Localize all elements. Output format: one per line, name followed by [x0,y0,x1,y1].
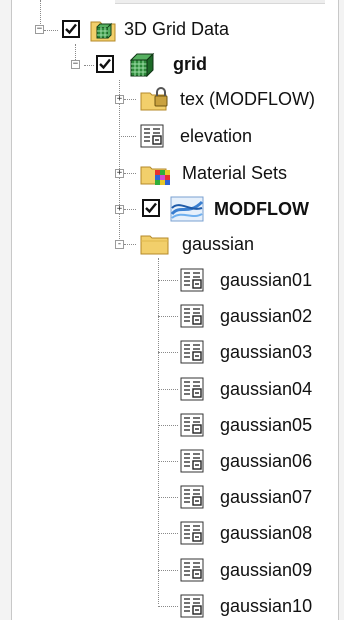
check-mark-icon [65,23,77,35]
tree-line [158,533,178,534]
node-label: 3D Grid Data [124,19,230,39]
tree-line [158,570,178,571]
collapse-toggle[interactable]: − [35,25,44,34]
grid-data-folder-icon [90,17,118,43]
expand-toggle[interactable]: + [115,169,124,178]
dataset-icon [180,268,204,292]
tree-node-gaussian-dataset[interactable]: gaussian03 [0,335,338,369]
visibility-checkbox[interactable] [96,55,114,73]
tree-node-gaussian-dataset[interactable]: gaussian08 [0,516,338,550]
node-label: gaussian07 [220,487,313,507]
material-sets-folder-icon [140,160,174,186]
tree-node-gaussian-dataset[interactable]: gaussian09 [0,553,338,587]
visibility-checkbox[interactable] [62,20,80,38]
tree-line [158,425,178,426]
dataset-icon [140,124,164,148]
node-label: gaussian [182,234,255,254]
node-label: tex (MODFLOW) [180,89,315,109]
tree-node-material-sets[interactable]: + Material Sets [0,156,338,190]
collapse-toggle[interactable]: − [71,60,80,69]
modflow-icon [170,196,204,222]
tree-node-gaussian-dataset[interactable]: gaussian07 [0,480,338,514]
check-mark-icon [99,58,111,70]
tree-node-gaussian-dataset[interactable]: gaussian01 [0,263,338,297]
tree-node-3d-grid-data[interactable]: − 3D Grid Data [0,12,338,46]
dataset-icon [180,521,204,545]
truncated-item-above [115,0,325,4]
tree-line [158,606,178,607]
dataset-icon [180,377,204,401]
tree-node-gaussian-dataset[interactable]: gaussian10 [0,589,338,623]
tree-node-gaussian-dataset[interactable]: gaussian04 [0,372,338,406]
tree-node-gaussian-dataset[interactable]: gaussian06 [0,444,338,478]
node-label: MODFLOW [214,199,309,219]
expand-toggle[interactable]: + [115,205,124,214]
dataset-icon [180,594,204,618]
3d-grid-icon [130,53,156,77]
node-label: gaussian06 [220,451,313,471]
expand-toggle[interactable]: + [115,95,124,104]
dataset-icon [180,485,204,509]
tree-node-tex-modflow[interactable]: + tex (MODFLOW) [0,82,338,116]
tree-node-elevation[interactable]: elevation [0,119,338,153]
node-label: elevation [180,126,253,146]
node-label: Material Sets [182,163,288,183]
right-scroll-frame [338,0,344,620]
check-mark-icon [145,202,157,214]
tree-line [158,461,178,462]
node-label: grid [173,54,207,74]
locked-folder-icon [140,86,172,112]
node-label: gaussian10 [220,596,313,616]
dataset-icon [180,304,204,328]
dataset-icon [180,558,204,582]
tree-line [158,389,178,390]
node-label: gaussian03 [220,342,313,362]
tree-line [158,280,178,281]
node-label: gaussian04 [220,379,313,399]
tree-line [158,316,178,317]
node-label: gaussian09 [220,560,313,580]
node-label: gaussian05 [220,415,313,435]
tree-node-modflow[interactable]: + MODFLOW [0,192,338,226]
dataset-icon [180,449,204,473]
collapse-toggle[interactable]: - [115,240,124,249]
folder-icon [140,232,170,256]
node-label: gaussian02 [220,306,313,326]
tree-node-gaussian-dataset[interactable]: gaussian05 [0,408,338,442]
dataset-icon [180,413,204,437]
node-label: gaussian08 [220,523,313,543]
tree-node-gaussian[interactable]: - gaussian [0,227,338,261]
dataset-icon [180,340,204,364]
visibility-checkbox[interactable] [142,199,160,217]
tree-line [158,497,178,498]
tree-node-grid[interactable]: − grid [0,47,338,81]
tree-node-gaussian-dataset[interactable]: gaussian02 [0,299,338,333]
node-label: gaussian01 [220,270,313,290]
tree-line [158,352,178,353]
